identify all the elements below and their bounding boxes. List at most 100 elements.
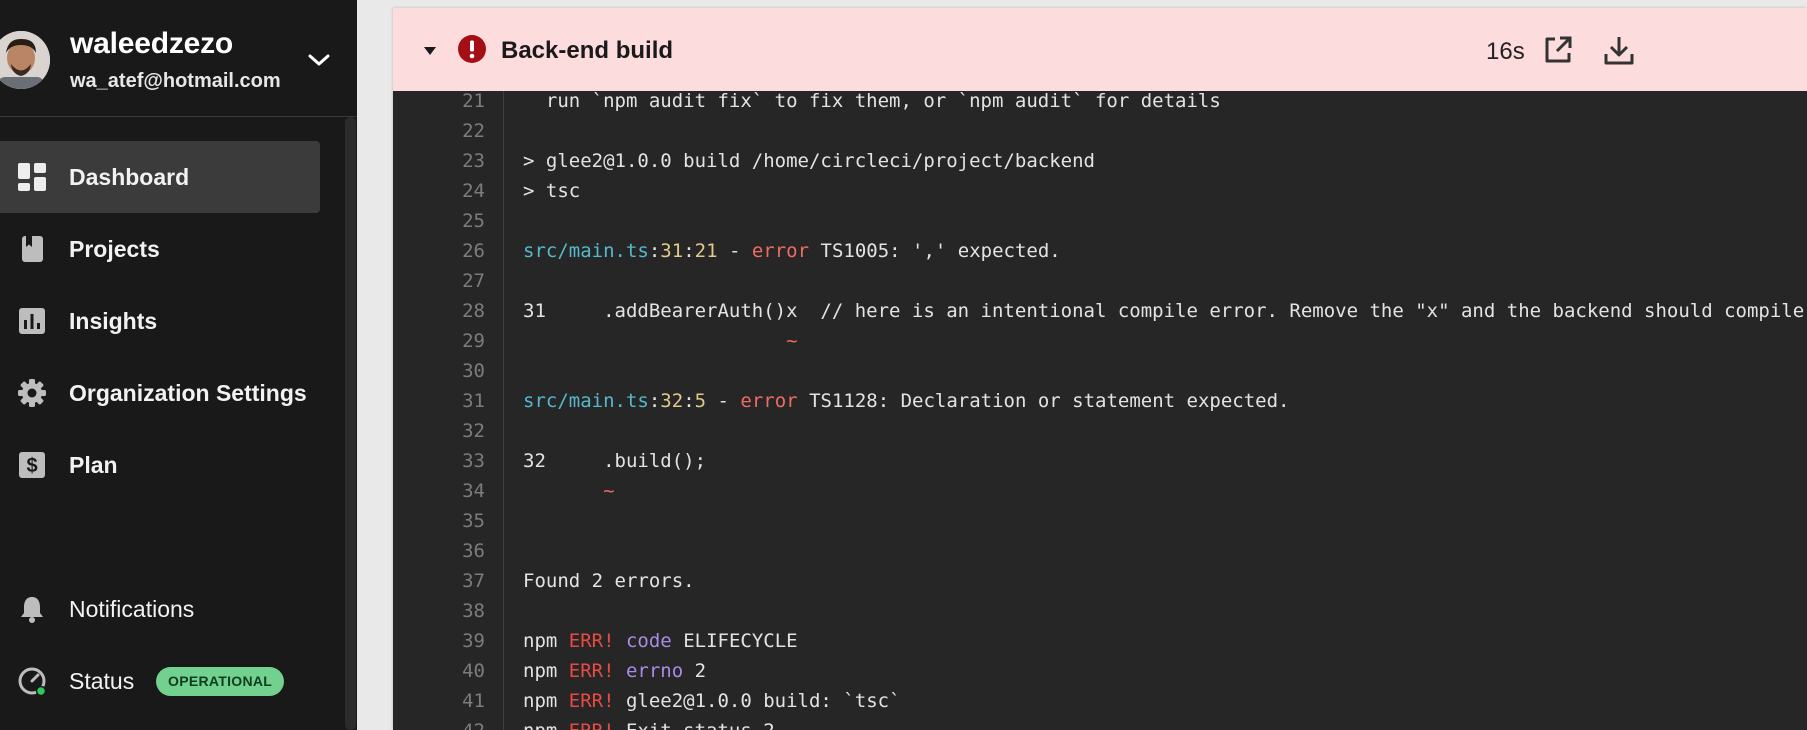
user-avatar-icon: [0, 31, 50, 89]
line-number: 37: [462, 570, 485, 592]
avatar[interactable]: [0, 31, 50, 89]
nav-item-insights[interactable]: Insights: [0, 285, 320, 357]
log-line: 42 npm ERR! Exit status 2: [393, 716, 1807, 730]
line-number: 26: [462, 240, 485, 262]
main-content: Back-end build 16s 21 run `npm audit fix…: [357, 0, 1807, 730]
nav-item-dashboard[interactable]: Dashboard: [0, 141, 320, 213]
nav-label-status: Status: [69, 667, 135, 694]
sidebar-scrollbar[interactable]: [345, 117, 356, 730]
log-token: Found 2 errors.: [523, 570, 695, 592]
log-token: :: [683, 240, 695, 262]
nav-label-plan: Plan: [69, 451, 118, 478]
line-text: npm ERR! Exit status 2: [523, 716, 775, 730]
account-switcher[interactable]: waleedzezo wa_atef@hotmail.com: [0, 0, 357, 117]
caret-down-icon[interactable]: [423, 46, 437, 56]
line-number: 36: [462, 540, 485, 562]
build-log[interactable]: 21 run `npm audit fix` to fix them, or `…: [393, 91, 1807, 730]
line-text: npm ERR! errno 2: [523, 656, 706, 686]
line-number: 33: [462, 450, 485, 472]
log-token: 31: [660, 240, 684, 262]
status-badge: OPERATIONAL: [156, 667, 285, 696]
line-number: 24: [462, 180, 485, 202]
log-token: src/main.ts: [523, 390, 649, 412]
line-text: npm ERR! glee2@1.0.0 build: `tsc`: [523, 686, 901, 716]
log-token: -: [706, 390, 741, 412]
log-line: 21 run `npm audit fix` to fix them, or `…: [393, 91, 1807, 116]
line-text: src/main.ts:31:21 - error TS1005: ',' ex…: [523, 236, 1061, 266]
log-token: [523, 330, 786, 352]
log-token: 2: [683, 660, 707, 682]
line-text: 31 .addBearerAuth()x // here is an inten…: [523, 296, 1807, 326]
nav-label-insights: Insights: [69, 307, 158, 334]
log-line: 36: [393, 536, 1807, 566]
log-token: 31 .addBearerAuth()x // here is an inten…: [523, 300, 1807, 322]
top-strip: [357, 0, 1807, 5]
nav-item-notifications[interactable]: Notifications: [0, 573, 320, 645]
chevron-down-icon[interactable]: [306, 50, 332, 70]
log-token: > tsc: [523, 180, 581, 202]
log-line: 29 ~: [393, 326, 1807, 356]
log-token: [523, 480, 603, 502]
svg-text:$: $: [26, 455, 37, 477]
log-token: ERR!: [569, 720, 615, 730]
log-token: ~: [786, 330, 798, 352]
line-number: 41: [462, 690, 485, 712]
line-number: 23: [462, 150, 485, 172]
log-token: 32: [660, 390, 684, 412]
log-token: 5: [694, 390, 707, 412]
line-text: src/main.ts:32:5 - error TS1128: Declara…: [523, 386, 1290, 416]
gauge-icon: [18, 667, 47, 696]
log-token: > glee2@1.0.0 build /home/circleci/proje…: [523, 150, 1095, 172]
log-token: -: [717, 240, 752, 262]
log-line: 37 Found 2 errors.: [393, 566, 1807, 596]
line-number: 28: [462, 300, 485, 322]
log-line: 24 > tsc: [393, 176, 1807, 206]
log-token: npm: [523, 630, 569, 652]
dollar-icon: $: [19, 452, 45, 478]
log-token: :: [683, 390, 695, 412]
step-header[interactable]: Back-end build 16s: [393, 8, 1807, 91]
log-token: src/main.ts: [523, 240, 649, 262]
nav-item-organization-settings[interactable]: Organization Settings: [0, 357, 320, 429]
dashboard-icon: [18, 163, 46, 191]
nav-label-projects: Projects: [69, 235, 160, 262]
line-number: 21: [462, 91, 485, 112]
line-number: 30: [462, 360, 485, 382]
line-text: Found 2 errors.: [523, 566, 695, 596]
log-line: 33 32 .build();: [393, 446, 1807, 476]
bar-chart-icon: [19, 308, 45, 334]
nav-label-notifications: Notifications: [69, 595, 195, 622]
download-icon[interactable]: [1603, 34, 1635, 66]
nav-item-projects[interactable]: Projects: [0, 213, 320, 285]
log-token: ERR!: [568, 660, 615, 682]
line-number: 35: [462, 510, 485, 532]
line-number: 32: [462, 420, 485, 442]
open-external-icon[interactable]: [1543, 35, 1573, 65]
line-number: 29: [462, 330, 485, 352]
log-token: error: [740, 390, 798, 412]
log-token: ERR!: [568, 630, 615, 652]
step-duration: 16s: [1486, 38, 1525, 65]
line-number: 22: [462, 120, 485, 142]
line-number: 34: [462, 480, 485, 502]
nav-item-plan[interactable]: $ Plan: [0, 429, 320, 501]
log-line: 28 31 .addBearerAuth()x // here is an int…: [393, 296, 1807, 326]
log-token: :: [648, 390, 661, 412]
log-token: 21: [694, 240, 718, 262]
log-line: 35: [393, 506, 1807, 536]
line-number: 40: [462, 660, 485, 682]
step-card: Back-end build 16s 21 run `npm audit fix…: [393, 8, 1807, 730]
log-token: npm: [523, 660, 569, 682]
log-line: 27: [393, 266, 1807, 296]
gear-icon: [18, 379, 46, 407]
log-line: 30: [393, 356, 1807, 386]
log-line: 31 src/main.ts:32:5 - error TS1128: Decla…: [393, 386, 1807, 416]
log-token: TS1128: Declaration or statement expecte…: [797, 390, 1290, 412]
line-number: 42: [393, 716, 485, 730]
line-number: 25: [462, 210, 485, 232]
log-token: ~: [603, 480, 615, 502]
line-text: ~: [523, 326, 798, 356]
log-token: ERR!: [568, 690, 615, 712]
line-text: npm ERR! code ELIFECYCLE: [523, 626, 798, 656]
line-number: 39: [462, 630, 485, 652]
